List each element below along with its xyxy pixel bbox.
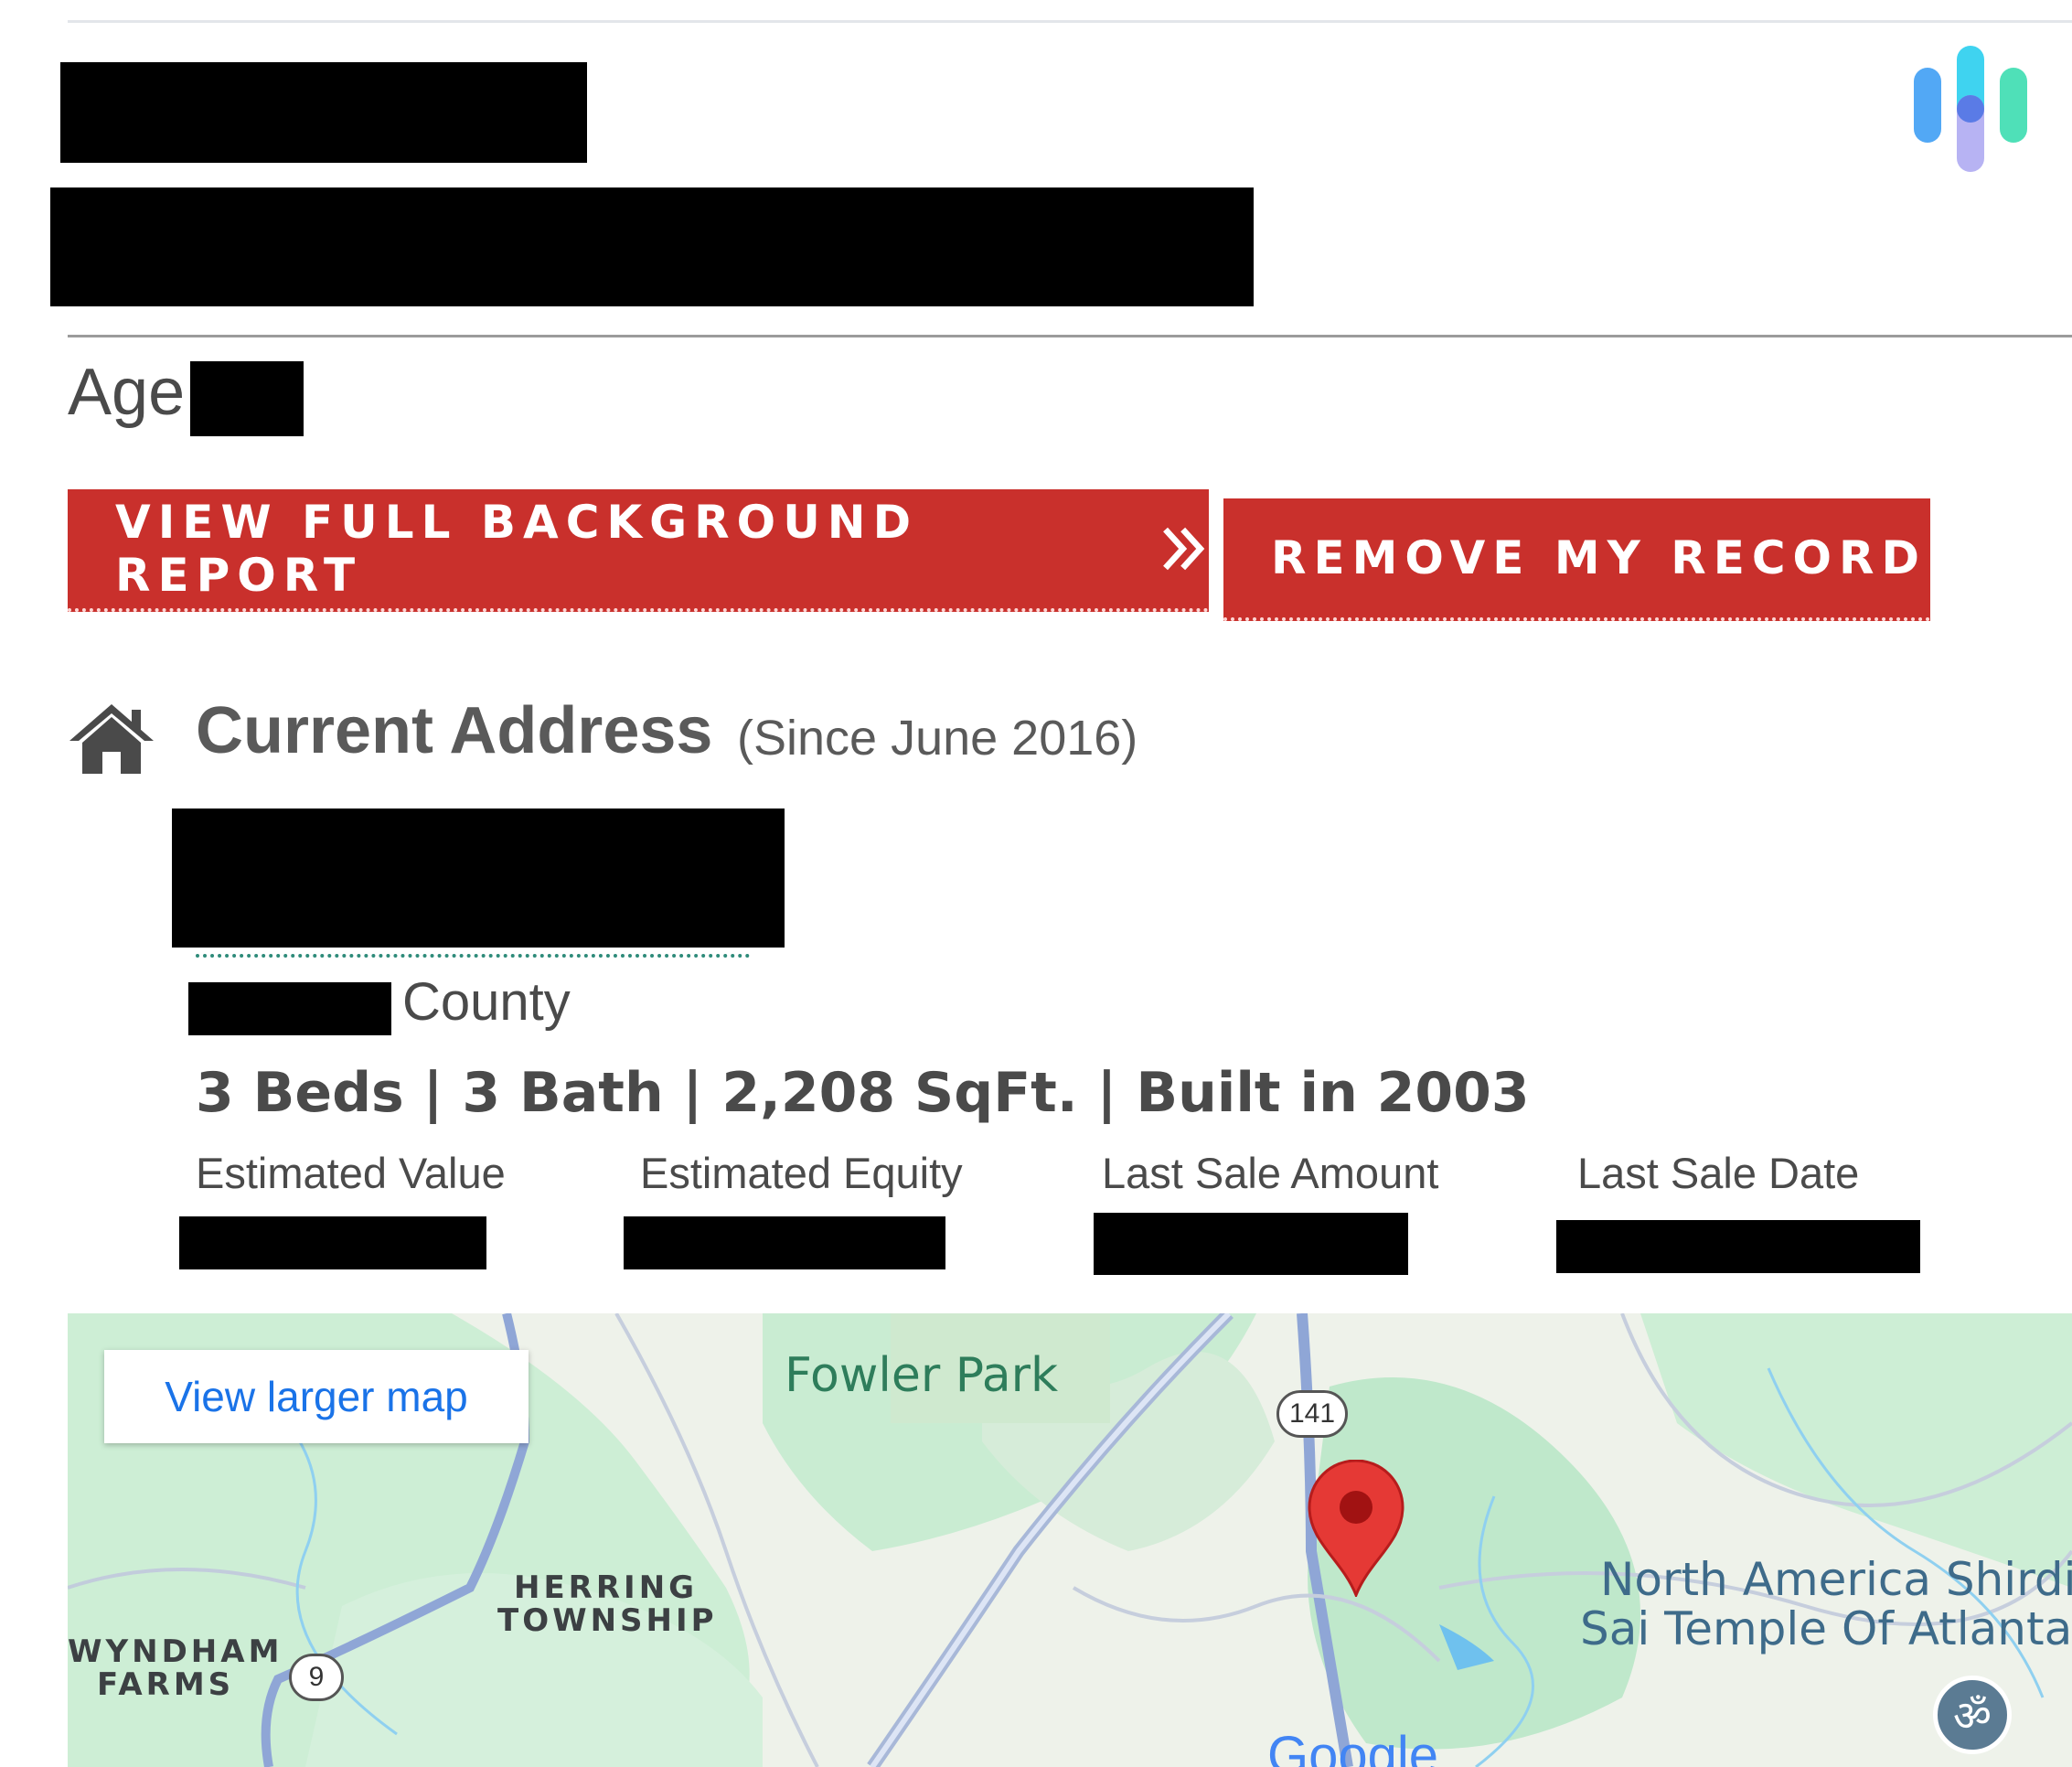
route-141-label: 141 [1288, 1398, 1336, 1429]
view-larger-map-button[interactable]: View larger map [104, 1350, 529, 1443]
address-since: (Since June 2016) [737, 711, 1138, 766]
fowler-park-label: Fowler Park [785, 1348, 1059, 1403]
current-address-title: Current Address [196, 694, 713, 767]
top-divider [68, 20, 2072, 23]
wyndham-farms-label-1: WYNDHAM [68, 1633, 283, 1670]
property-details: 3 Beds | 3 Bath | 2,208 SqFt. | Built in… [196, 1061, 1530, 1125]
redacted-county [188, 982, 391, 1035]
redacted-last-sale-date [1556, 1220, 1920, 1273]
view-larger-map-label: View larger map [165, 1373, 468, 1420]
redacted-name [60, 62, 587, 163]
site-logo [1914, 46, 2027, 172]
route-9-label: 9 [308, 1662, 325, 1692]
home-icon [69, 704, 154, 774]
route-141-shield: 141 [1276, 1390, 1348, 1438]
route-9-shield: 9 [289, 1654, 344, 1701]
estimated-equity-label: Estimated Equity [640, 1149, 963, 1197]
google-attribution: Google [1267, 1726, 1439, 1767]
last-sale-amount-label: Last Sale Amount [1102, 1149, 1439, 1197]
redacted-estimated-equity [624, 1216, 945, 1269]
view-report-label: VIEW FULL BACKGROUND REPORT [115, 496, 919, 602]
temple-label-1[interactable]: North America Shirdi [1600, 1553, 2072, 1606]
last-sale-date-label: Last Sale Date [1577, 1149, 1860, 1197]
redacted-street-address[interactable] [172, 809, 785, 948]
redacted-age [190, 361, 304, 436]
location-pin-icon[interactable] [1306, 1460, 1406, 1597]
section-divider [68, 335, 2072, 337]
double-chevron-right-icon [1162, 527, 1204, 571]
temple-place-icon[interactable]: ॐ [1933, 1676, 2012, 1754]
age-label: Age [68, 356, 186, 429]
view-full-report-button[interactable]: VIEW FULL BACKGROUND REPORT [68, 489, 1209, 612]
redacted-aliases [50, 187, 1254, 306]
map-embed[interactable]: View larger map Fowler Park HERRING TOWN… [68, 1313, 2072, 1767]
redacted-last-sale-amount [1094, 1213, 1408, 1275]
county-label: County [402, 972, 571, 1032]
herring-township-label-2: TOWNSHIP [497, 1602, 718, 1639]
estimated-value-label: Estimated Value [196, 1149, 506, 1197]
herring-township-label-1: HERRING [514, 1569, 699, 1606]
remove-record-label: REMOVE MY RECORD [1271, 531, 1928, 584]
wyndham-farms-label-2: FARMS [97, 1666, 235, 1703]
address-link-underline [196, 954, 750, 958]
remove-record-button[interactable]: REMOVE MY RECORD [1223, 498, 1930, 621]
redacted-estimated-value [179, 1216, 486, 1269]
temple-label-2[interactable]: Sai Temple Of Atlanta [1580, 1602, 2072, 1655]
